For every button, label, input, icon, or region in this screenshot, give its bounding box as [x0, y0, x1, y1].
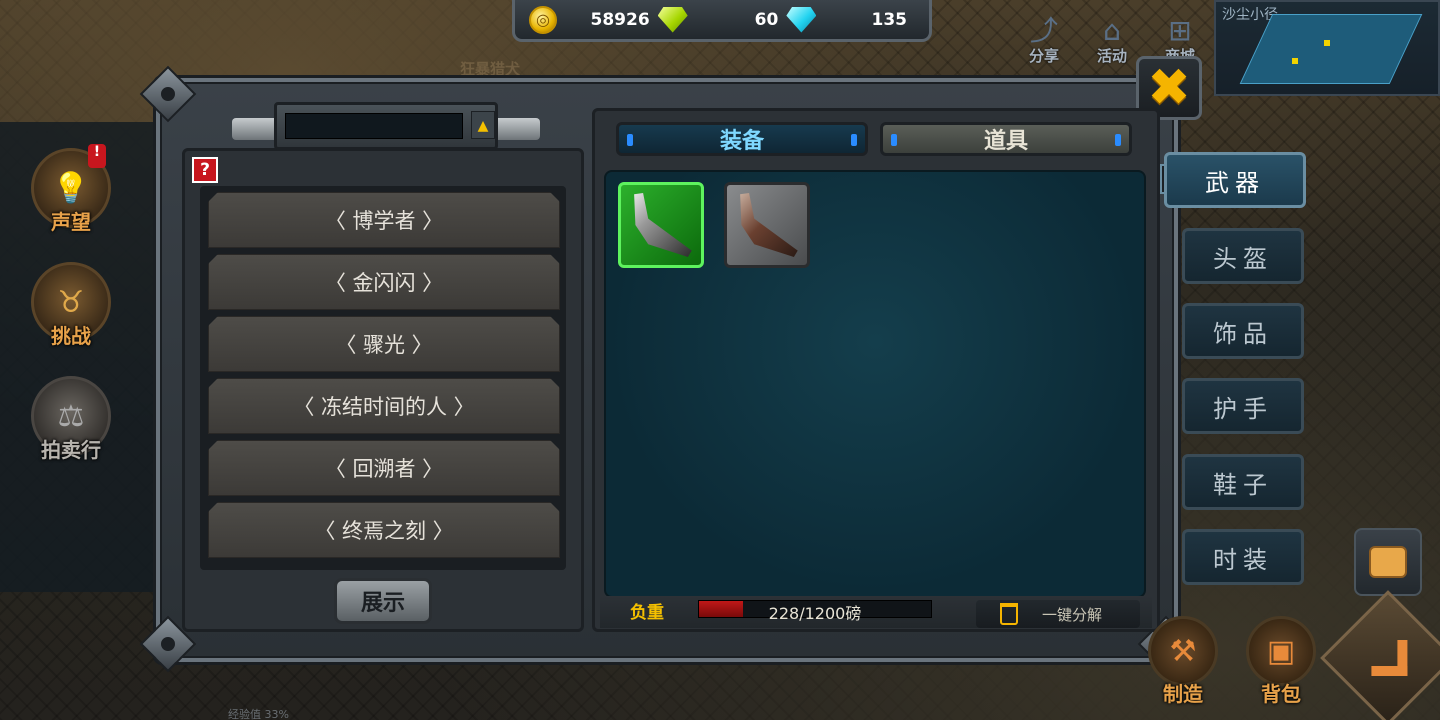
gold-value: 58926 [590, 9, 650, 30]
backpack-label: 背包 [1261, 682, 1301, 706]
blade-icon [634, 193, 692, 257]
chat-bubble-icon [1369, 546, 1407, 578]
trash-icon [1000, 603, 1018, 625]
category-gloves[interactable]: 护手 [1182, 378, 1304, 434]
alert-badge: ! [88, 144, 106, 168]
craft-tools-icon: ⚒ [1148, 616, 1218, 686]
minimap-marker-icon [1292, 58, 1298, 64]
show-title-button[interactable]: 展示 [334, 578, 432, 624]
auction-button[interactable]: ⚖ 拍卖行 [26, 376, 116, 476]
title-item[interactable]: 〈 金闪闪 〉 [208, 254, 560, 310]
title-dropdown-button[interactable]: ▲ [471, 111, 495, 139]
event-button[interactable]: ⌂ 活动 [1080, 2, 1144, 66]
challenge-label: 挑战 [51, 324, 91, 348]
title-item[interactable]: 〈 冻结时间的人 〉 [208, 378, 560, 434]
dismantle-all-button[interactable]: 一键分解 [976, 600, 1140, 628]
weight-track: 228/1200磅 [698, 600, 932, 623]
title-item[interactable]: 〈 骤光 〉 [208, 316, 560, 372]
auction-label: 拍卖行 [41, 438, 101, 462]
tab-equipment-label: 装备 [719, 129, 764, 154]
category-accessory[interactable]: 饰品 [1182, 303, 1304, 359]
category-helmet[interactable]: 头盔 [1182, 228, 1304, 284]
share-button[interactable]: ⤴ 分享 [1012, 2, 1076, 66]
chat-button[interactable] [1354, 528, 1422, 596]
event-gift-icon: ⌂ [1103, 14, 1121, 47]
tab-pip-icon [1115, 134, 1121, 146]
shop-cart-icon: ⊞ [1168, 14, 1192, 47]
weight-label: 负重 [630, 603, 664, 623]
dismantle-label: 一键分解 [1042, 605, 1103, 624]
craft-label: 制造 [1163, 682, 1203, 706]
title-selector-header: ▲ [232, 96, 540, 158]
green-gem-value: 60 [754, 9, 779, 30]
blue-gem-counter: 135 [786, 6, 915, 33]
background-monster-label: 狂暴猎犬 [460, 60, 521, 78]
tab-pip-icon [627, 134, 633, 146]
rusty-blade-icon [740, 193, 798, 257]
category-shoes[interactable]: 鞋子 [1182, 454, 1304, 510]
tab-equipment[interactable]: 装备 [616, 122, 868, 156]
title-item[interactable]: 〈 博学者 〉 [208, 192, 560, 248]
inventory-slot-rusty-blade[interactable] [724, 182, 810, 268]
category-fashion[interactable]: 时装 [1182, 529, 1304, 585]
inventory-slot-green-blade[interactable] [618, 182, 704, 268]
green-gem-icon [657, 6, 688, 33]
chevron-right-icon [1371, 640, 1408, 676]
blue-gem-value: 135 [871, 9, 908, 30]
weight-text: 228/1200磅 [768, 604, 862, 623]
title-display-field[interactable]: ▲ [274, 102, 498, 150]
backpack-icon: ▣ [1246, 616, 1316, 686]
backpack-button[interactable]: ▣ 背包 [1236, 616, 1326, 716]
xp-label: 经验值 33% [228, 708, 289, 720]
event-label: 活动 [1096, 47, 1127, 65]
minimap[interactable]: 沙尘小径 [1214, 0, 1440, 96]
blue-diamond-icon [786, 6, 817, 33]
title-list: 〈 博学者 〉 〈 金闪闪 〉 〈 骤光 〉 〈 冻结时间的人 〉 〈 回溯者 … [200, 186, 566, 570]
category-weapon[interactable]: 武器 [1164, 152, 1306, 208]
minimap-marker-icon [1324, 40, 1330, 46]
reputation-button[interactable]: 💡 声望 ! [26, 144, 116, 248]
tab-items-label: 道具 [983, 129, 1028, 154]
side-menu: 💡 声望 ! ♉ 挑战 ⚖ 拍卖行 [0, 122, 160, 592]
reputation-label: 声望 [51, 210, 91, 234]
gold-counter: ◎ 58926 [529, 5, 658, 34]
title-display-inner [285, 113, 463, 139]
share-icon: ⤴ [1029, 14, 1058, 47]
tab-pip-icon [891, 134, 897, 146]
tab-pip-icon [851, 134, 857, 146]
share-label: 分享 [1028, 47, 1059, 65]
challenge-button[interactable]: ♉ 挑战 [26, 262, 116, 362]
green-gem-counter: 60 [657, 6, 787, 33]
minimap-area [1239, 14, 1423, 84]
help-button[interactable]: ? [192, 157, 218, 183]
gold-coin-icon: ◎ [529, 5, 557, 34]
craft-button[interactable]: ⚒ 制造 [1138, 616, 1228, 716]
currency-bar: ◎ 58926 60 135 [512, 0, 932, 42]
title-item[interactable]: 〈 终焉之刻 〉 [208, 502, 560, 558]
tab-items[interactable]: 道具 [880, 122, 1132, 156]
title-item[interactable]: 〈 回溯者 〉 [208, 440, 560, 496]
